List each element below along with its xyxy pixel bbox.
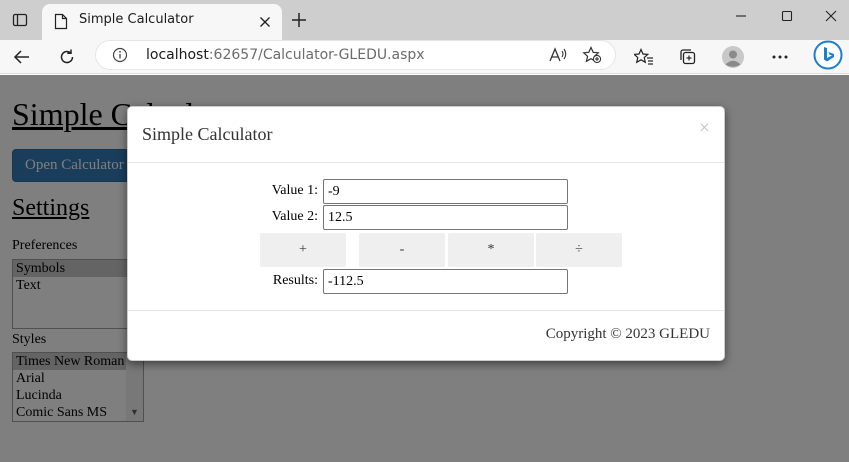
profile-button[interactable] [719,43,747,71]
tab-actions-button[interactable] [0,0,40,40]
minimize-button[interactable] [718,0,764,32]
modal-header: Simple Calculator × [128,107,724,163]
browser-tab[interactable]: Simple Calculator [42,4,282,40]
modal-close-button[interactable]: × [699,118,710,138]
tab-title: Simple Calculator [79,12,194,27]
url-text: localhost:62657/Calculator-GLEDU.aspx [146,47,425,63]
value1-row: Value 1: [128,179,724,205]
url-host: localhost [146,47,209,63]
multiply-button[interactable]: * [448,233,534,267]
refresh-button[interactable] [53,43,81,71]
tab-actions-icon [12,13,28,27]
modal-footer: Copyright © 2023 GLEDU [128,310,724,360]
results-row: Results: [128,269,724,295]
collections-button[interactable] [674,43,702,71]
favorites-icon [634,48,653,65]
close-icon [825,10,837,22]
bing-copilot-button[interactable] [812,39,844,71]
close-window-button[interactable] [808,0,849,32]
address-bar[interactable]: localhost:62657/Calculator-GLEDU.aspx [95,40,616,70]
collections-icon [680,49,696,65]
value1-label: Value 1: [271,183,318,198]
maximize-button[interactable] [764,0,810,32]
favorites-button[interactable] [630,43,658,71]
tab-strip: Simple Calculator [0,0,849,40]
value2-row: Value 2: [128,205,724,231]
add-button[interactable]: + [260,233,346,267]
results-output[interactable] [323,269,568,294]
value1-input[interactable] [323,179,568,204]
settings-more-button[interactable] [766,43,794,71]
new-tab-icon[interactable] [288,9,310,31]
url-path: :62657/Calculator-GLEDU.aspx [208,47,425,63]
browser-toolbar: localhost:62657/Calculator-GLEDU.aspx [0,40,849,74]
subtract-button[interactable]: - [359,233,445,267]
calculator-modal: Simple Calculator × Value 1: Value 2: + … [127,106,725,361]
bing-icon [813,40,843,70]
info-icon[interactable] [112,47,128,63]
more-icon [772,55,788,59]
results-label: Results: [272,273,318,288]
add-favorite-icon[interactable] [582,46,602,64]
tab-close-icon[interactable] [256,13,274,31]
back-arrow-icon [13,50,29,64]
copyright-text: Copyright © 2023 GLEDU [545,326,710,342]
maximize-icon [781,10,793,22]
back-button[interactable] [8,43,36,71]
minimize-icon [736,15,746,17]
value2-input[interactable] [323,205,568,230]
avatar [722,46,744,68]
refresh-icon [60,49,74,64]
divide-button[interactable]: ÷ [536,233,622,267]
read-aloud-icon[interactable] [548,46,568,64]
value2-label: Value 2: [271,209,318,224]
page-icon [54,13,68,30]
modal-title: Simple Calculator [142,124,273,144]
